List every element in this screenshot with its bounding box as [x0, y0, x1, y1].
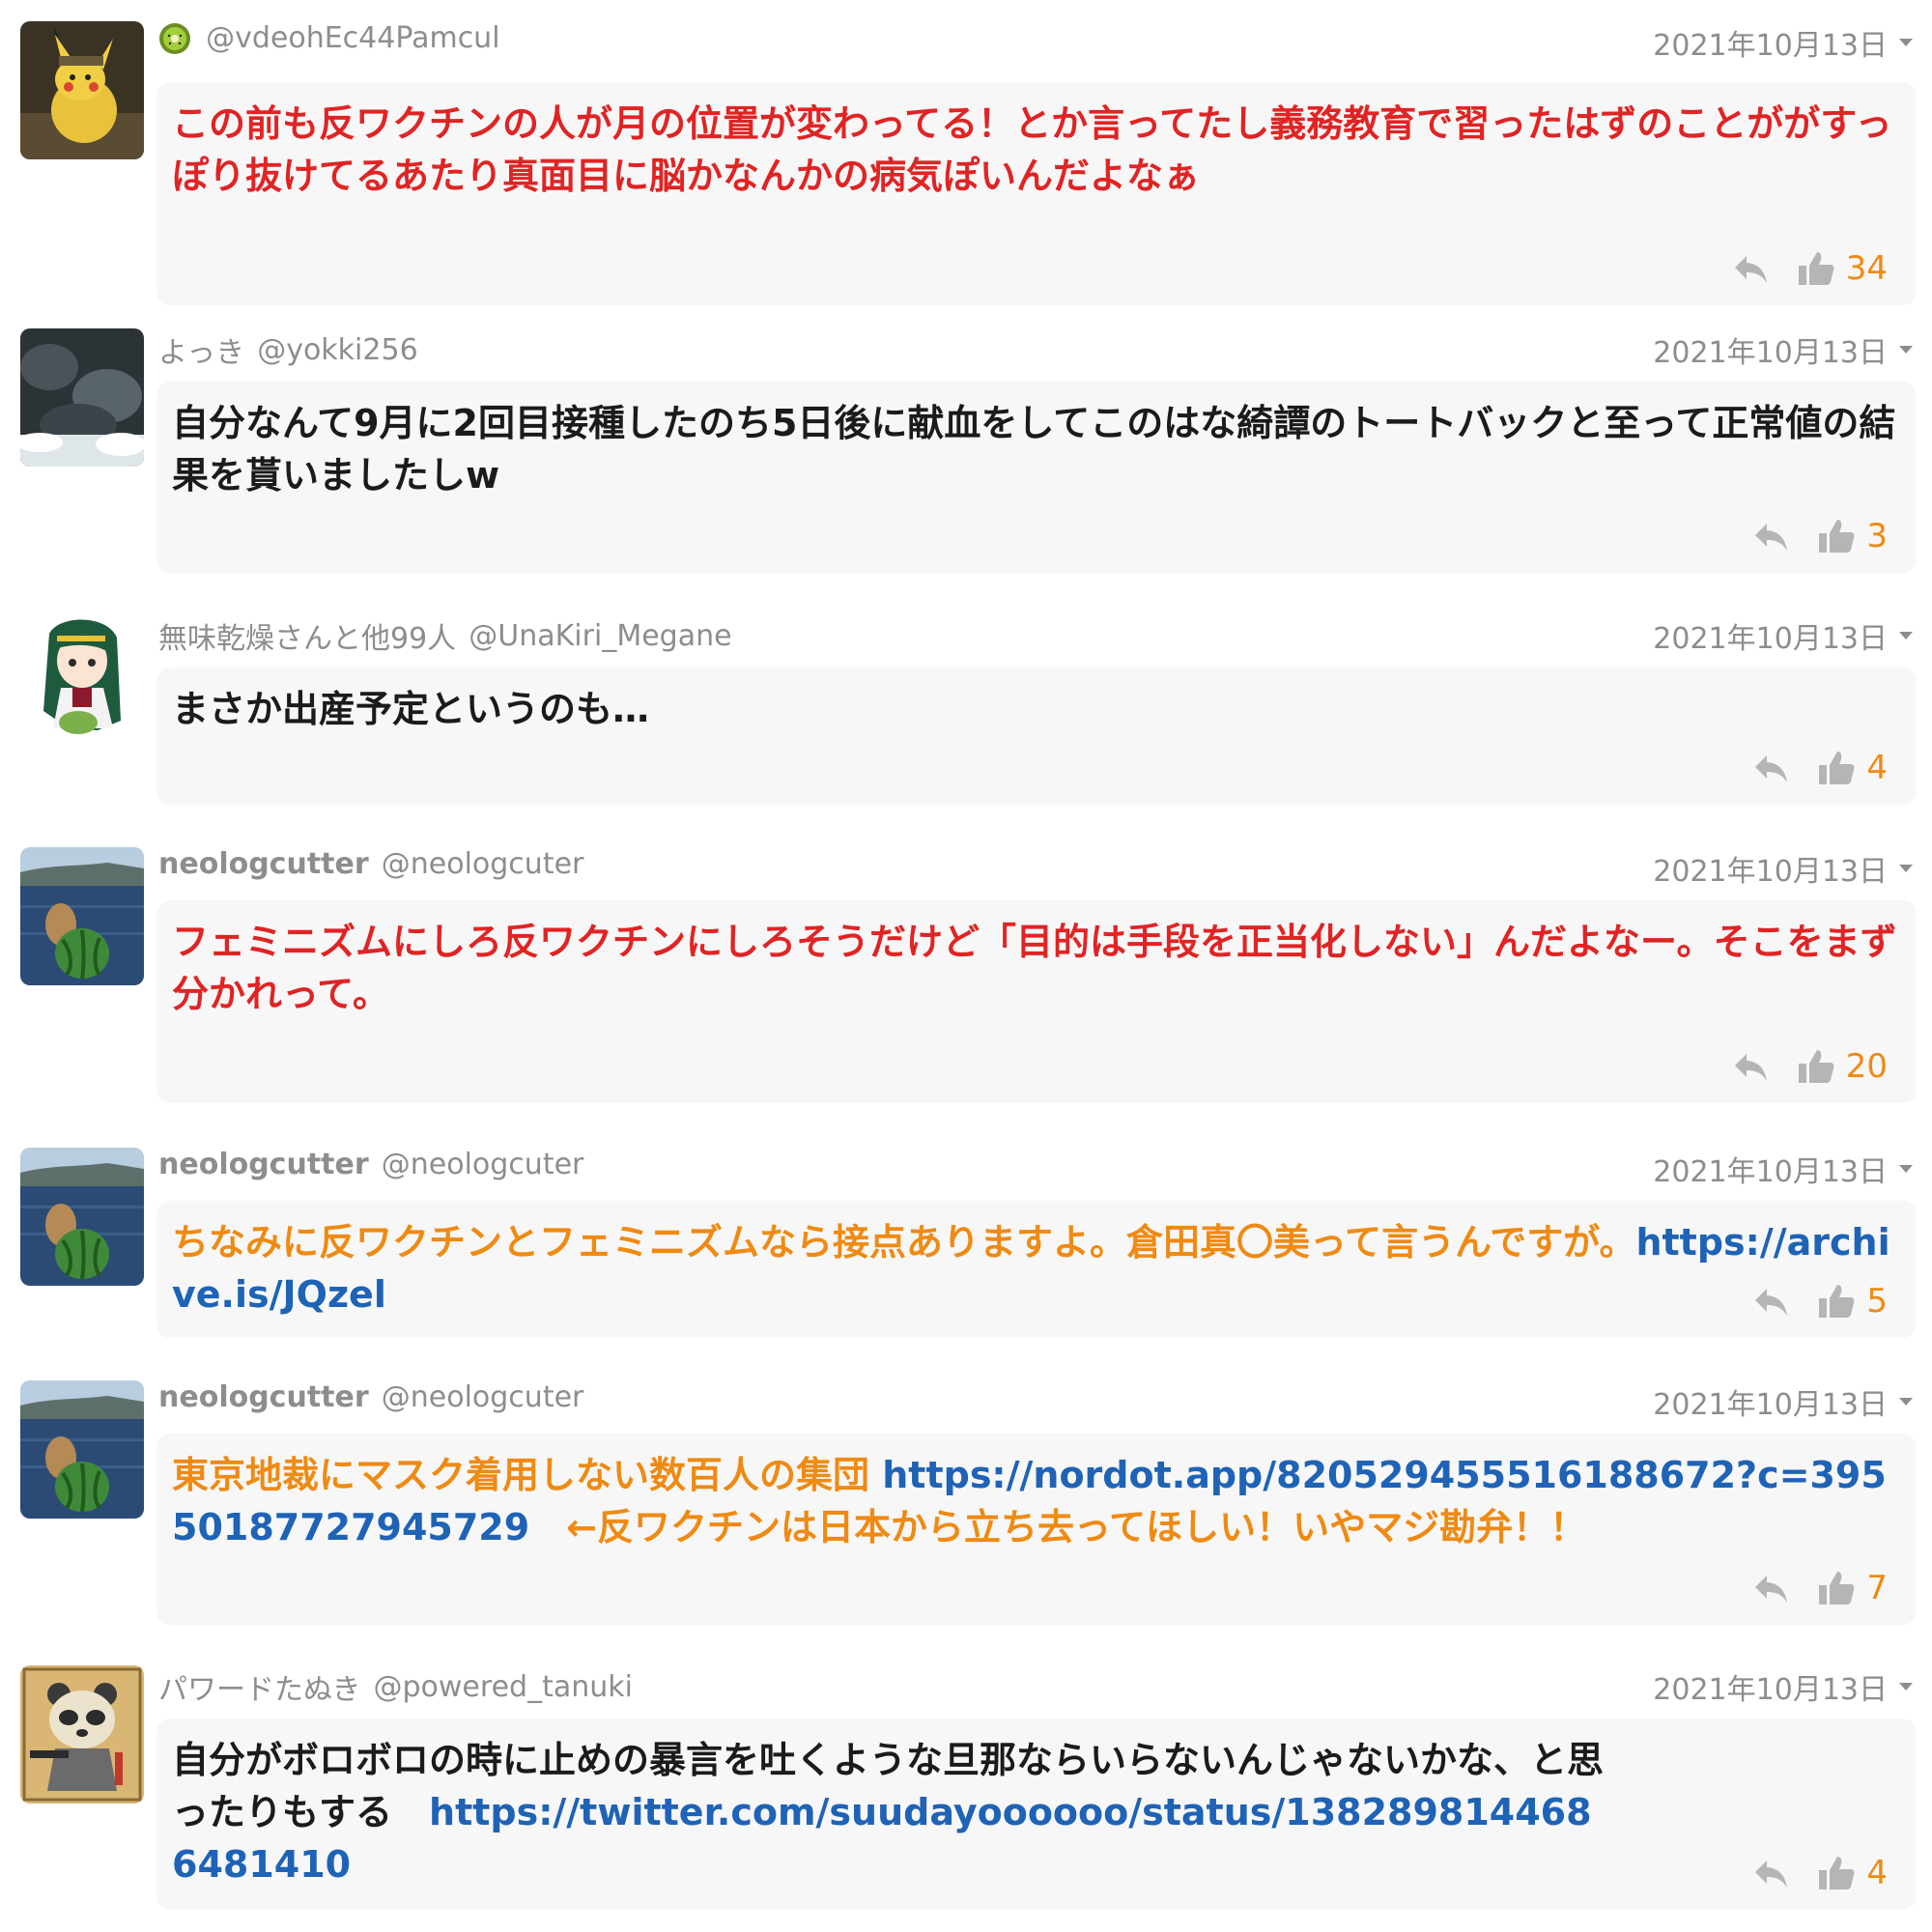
comment-actions: 7 [1750, 1567, 1888, 1609]
comment-bubble: まさか出産予定というのも… 4 [156, 668, 1917, 805]
thumbs-up-icon [1819, 752, 1855, 784]
avatar-watermelon-dog[interactable] [20, 847, 144, 985]
comment-bubble: フェミニズムにしろ反ワクチンにしろそうだけど「目的は手段を正当化しない」んだよな… [156, 900, 1917, 1103]
chevron-down-icon[interactable] [1899, 865, 1913, 872]
avatar-watermelon-dog[interactable] [20, 1380, 144, 1519]
comment-meta: neologcutter @neologcuter 2021年10月13日 [158, 1148, 1917, 1192]
like-button[interactable]: 4 [1816, 1853, 1888, 1893]
reply-icon[interactable] [1750, 1568, 1791, 1608]
like-button[interactable]: 4 [1816, 748, 1888, 788]
comment-bubble: 東京地裁にマスク着用しない数百人の集団 https://nordot.app/8… [156, 1434, 1917, 1625]
comment-actions: 4 [1750, 747, 1888, 789]
kiwi-icon [158, 22, 191, 55]
comment-meta: パワードたぬき @powered_tanuki 2021年10月13日 [158, 1665, 1917, 1710]
avatar-anime-girl[interactable] [20, 614, 144, 753]
like-button[interactable]: 5 [1816, 1281, 1888, 1321]
comment-date: 2021年10月13日 [1653, 1673, 1888, 1707]
avatar-dark-photo[interactable] [20, 328, 144, 467]
comment-thread: @vdeohEc44Pamcul 2021年10月13日 この前も反ワクチンの人… [0, 0, 1932, 1932]
user-handle[interactable]: @neologcuter [382, 1148, 584, 1181]
comment-date: 2021年10月13日 [1653, 29, 1888, 63]
reply-icon[interactable] [1750, 1281, 1791, 1321]
user-name[interactable]: neologcutter [158, 847, 369, 881]
comment-bubble: 自分がボロボロの時に止めの暴言を吐くような旦那ならいらないんじゃないかな、と思っ… [156, 1719, 1917, 1910]
user-handle[interactable]: @yokki256 [257, 333, 417, 367]
avatar-watermelon-dog[interactable] [20, 1148, 144, 1286]
like-button[interactable]: 3 [1816, 516, 1888, 556]
reply-icon[interactable] [1730, 248, 1771, 289]
comment-text: ちなみに反ワクチンとフェミニズムなら接点ありますよ。倉田真〇美って言うんですが。… [172, 1216, 1899, 1321]
comment-text: この前も反ワクチンの人が月の位置が変わってる！とか言ってたし義務教育で習ったはず… [172, 102, 1892, 197]
comment-bubble: この前も反ワクチンの人が月の位置が変わってる！とか言ってたし義務教育で習ったはず… [156, 82, 1917, 305]
comment-text-part: ちなみに反ワクチンとフェミニズムなら接点ありますよ。倉田真〇美って言うんですが。 [172, 1221, 1636, 1264]
chevron-down-icon[interactable] [1899, 39, 1913, 46]
user-handle[interactable]: @vdeohEc44Pamcul [206, 21, 499, 55]
user-handle[interactable]: @neologcuter [382, 847, 584, 881]
comment-date: 2021年10月13日 [1653, 1155, 1888, 1189]
like-count: 34 [1845, 249, 1888, 288]
comment-text: まさか出産予定というのも… [172, 688, 650, 730]
user-name[interactable]: neologcutter [158, 1148, 369, 1181]
like-count: 4 [1866, 1854, 1888, 1892]
user-name[interactable]: パワードたぬき [158, 1673, 360, 1707]
like-count: 3 [1866, 517, 1888, 555]
comment-text-part: 東京地裁にマスク着用しない数百人の集団 [172, 1454, 883, 1496]
comment-text: 自分なんて9月に2回目接種したのち5日後に献血をしてこのはな綺譚のトートバックと… [172, 402, 1896, 497]
comment-date: 2021年10月13日 [1653, 1388, 1888, 1422]
thumbs-up-icon [1819, 1572, 1855, 1605]
comment-date: 2021年10月13日 [1653, 855, 1888, 889]
chevron-down-icon[interactable] [1899, 632, 1913, 639]
chevron-down-icon[interactable] [1899, 1165, 1913, 1173]
thumbs-up-icon [1798, 1050, 1834, 1083]
comment-actions: 34 [1730, 247, 1888, 290]
reply-icon[interactable] [1750, 748, 1791, 788]
user-handle[interactable]: @UnaKiri_Megane [469, 619, 731, 653]
comment-meta: よっき @yokki256 2021年10月13日 [158, 328, 1917, 373]
chevron-down-icon[interactable] [1899, 346, 1913, 354]
user-name[interactable]: よっき [158, 336, 244, 370]
like-count: 20 [1845, 1047, 1888, 1086]
avatar-tanuki-drawing[interactable] [20, 1665, 144, 1804]
comment-actions: 4 [1750, 1852, 1888, 1894]
comment-actions: 20 [1730, 1045, 1888, 1088]
chevron-down-icon[interactable] [1899, 1398, 1913, 1406]
comment-meta: neologcutter @neologcuter 2021年10月13日 [158, 1380, 1917, 1425]
user-handle[interactable]: @powered_tanuki [374, 1670, 633, 1704]
chevron-down-icon[interactable] [1899, 1683, 1913, 1690]
comment-bubble: 自分なんて9月に2回目接種したのち5日後に献血をしてこのはな綺譚のトートバックと… [156, 382, 1917, 573]
comment-text: フェミニズムにしろ反ワクチンにしろそうだけど「目的は手段を正当化しない」んだよな… [172, 921, 1897, 1015]
like-count: 4 [1866, 749, 1888, 787]
avatar-pikachu[interactable] [20, 21, 144, 159]
comment-text: 自分がボロボロの時に止めの暴言を吐くような旦那ならいらないんじゃないかな、と思っ… [172, 1734, 1899, 1890]
like-count: 7 [1866, 1569, 1888, 1607]
like-button[interactable]: 20 [1796, 1046, 1888, 1087]
comment-actions: 3 [1750, 515, 1888, 557]
reply-icon[interactable] [1730, 1046, 1771, 1087]
comment-meta: 無味乾燥さんと他99人 @UnaKiri_Megane 2021年10月13日 [158, 614, 1917, 659]
comment-text-part: ←反ワクチンは日本から立ち去ってほしい！いやマジ勘弁！！ [529, 1506, 1587, 1548]
thumbs-up-icon [1798, 252, 1834, 285]
user-name[interactable]: 無味乾燥さんと他99人 [158, 622, 456, 656]
reply-icon[interactable] [1750, 1853, 1791, 1893]
comment-meta: @vdeohEc44Pamcul 2021年10月13日 [158, 21, 1917, 66]
comment-meta: neologcutter @neologcuter 2021年10月13日 [158, 847, 1917, 892]
user-handle[interactable]: @neologcuter [382, 1380, 584, 1414]
comment-date: 2021年10月13日 [1653, 622, 1888, 656]
thumbs-up-icon [1819, 1857, 1855, 1889]
comment-bubble: ちなみに反ワクチンとフェミニズムなら接点ありますよ。倉田真〇美って言うんですが。… [156, 1201, 1917, 1338]
comment-actions: 5 [1750, 1280, 1888, 1322]
thumbs-up-icon [1819, 520, 1855, 553]
like-button[interactable]: 34 [1796, 248, 1888, 289]
user-name[interactable]: neologcutter [158, 1380, 369, 1414]
comment-date: 2021年10月13日 [1653, 336, 1888, 370]
like-count: 5 [1866, 1282, 1888, 1321]
comment-text: 東京地裁にマスク着用しない数百人の集団 https://nordot.app/8… [172, 1449, 1899, 1553]
reply-icon[interactable] [1750, 516, 1791, 556]
thumbs-up-icon [1819, 1285, 1855, 1318]
like-button[interactable]: 7 [1816, 1568, 1888, 1608]
